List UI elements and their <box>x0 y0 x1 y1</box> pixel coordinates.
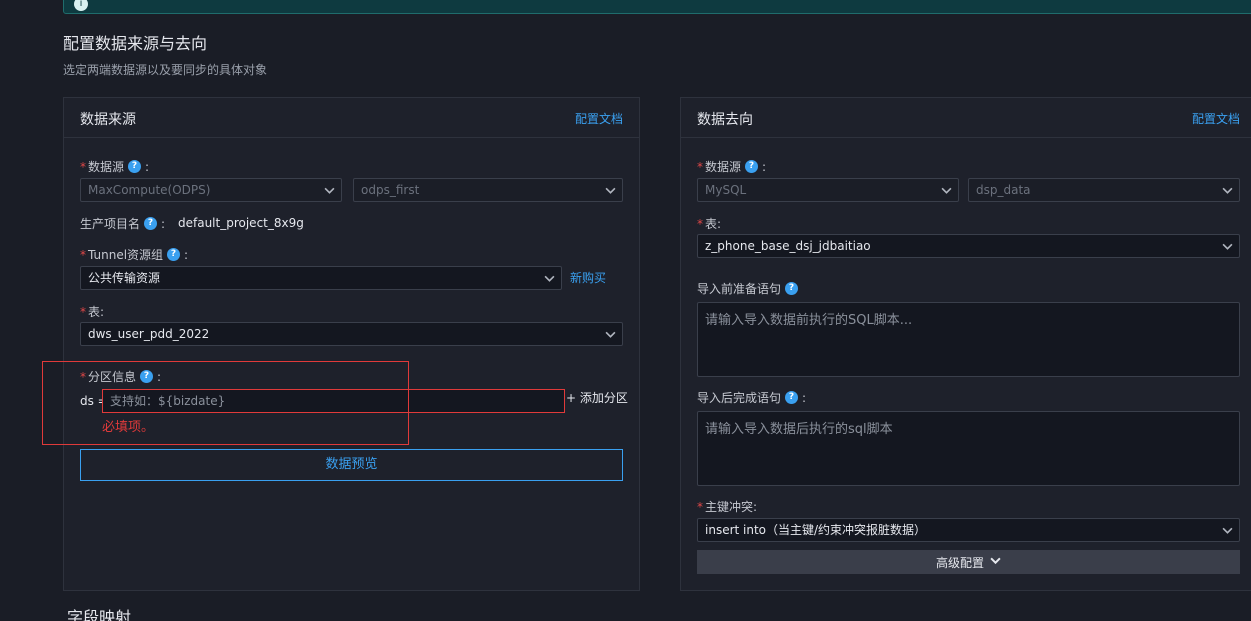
source-table-select[interactable]: dws_user_pdd_2022 <box>80 322 623 346</box>
source-datasource-label: * 数据源 ?: <box>80 159 150 175</box>
help-icon[interactable]: ? <box>167 248 181 261</box>
partition-highlight-box <box>42 361 409 445</box>
post-sql-label: 导入后完成语句 ?: <box>697 390 807 406</box>
target-panel: 数据去向 配置文档 * 数据源 ?: MySQL dsp_data * 表: z_p… <box>680 97 1251 591</box>
section-title: 配置数据来源与去向 <box>63 34 208 53</box>
tunnel-select[interactable]: 公共传输资源 <box>80 266 562 290</box>
pre-sql-textarea[interactable]: 请输入导入数据前执行的SQL脚本... <box>697 302 1240 377</box>
project-label: 生产项目名 ?: <box>80 216 166 232</box>
conflict-label: * 主键冲突: <box>697 500 758 514</box>
chevron-down-icon <box>1222 525 1233 535</box>
info-icon: i <box>74 0 88 11</box>
help-icon[interactable]: ? <box>745 160 759 173</box>
data-preview-button[interactable]: 数据预览 <box>80 449 623 481</box>
project-value: default_project_8x9g <box>178 216 304 230</box>
target-datasource-name-select[interactable]: dsp_data <box>968 178 1240 202</box>
conflict-select[interactable]: insert into（当主键/约束冲突报脏数据） <box>697 518 1240 542</box>
field-mapping-title: 字段映射 <box>67 608 132 621</box>
help-icon[interactable]: ? <box>785 282 799 295</box>
source-panel-header: 数据来源 配置文档 <box>64 98 639 138</box>
target-doc-link[interactable]: 配置文档 <box>1192 110 1240 127</box>
source-datasource-type-select[interactable]: MaxCompute(ODPS) <box>80 178 342 202</box>
chevron-down-icon <box>941 185 952 195</box>
help-icon[interactable]: ? <box>128 160 142 173</box>
post-sql-textarea[interactable]: 请输入导入数据后执行的sql脚本 <box>697 411 1240 486</box>
chevron-down-icon <box>990 555 1001 569</box>
chevron-down-icon <box>605 185 616 195</box>
chevron-down-icon <box>324 185 335 195</box>
info-banner: i <box>63 0 1251 14</box>
pre-sql-label: 导入前准备语句 ? <box>697 280 799 297</box>
help-icon[interactable]: ? <box>144 217 158 230</box>
chevron-down-icon <box>605 329 616 339</box>
target-panel-title: 数据去向 <box>697 112 753 128</box>
tunnel-label: * Tunnel资源组 ?: <box>80 247 189 263</box>
source-panel-title: 数据来源 <box>80 112 136 128</box>
chevron-down-icon <box>1222 241 1233 251</box>
section-subtitle: 选定两端数据源以及要同步的具体对象 <box>63 63 268 77</box>
advanced-config-button[interactable]: 高级配置 <box>697 550 1240 574</box>
source-panel: 数据来源 配置文档 * 数据源 ?: MaxCompute(ODPS) odps_… <box>63 97 640 591</box>
help-icon[interactable]: ? <box>785 391 799 404</box>
tunnel-buy-link[interactable]: 新购买 <box>570 269 606 286</box>
source-datasource-name-select[interactable]: odps_first <box>353 178 623 202</box>
target-table-label: * 表: <box>697 217 722 231</box>
target-datasource-type-select[interactable]: MySQL <box>697 178 959 202</box>
source-doc-link[interactable]: 配置文档 <box>575 110 623 127</box>
source-table-label: * 表: <box>80 305 105 319</box>
chevron-down-icon <box>544 273 555 283</box>
target-panel-header: 数据去向 配置文档 <box>681 98 1251 138</box>
chevron-down-icon <box>1222 185 1233 195</box>
target-table-select[interactable]: z_phone_base_dsj_jdbaitiao <box>697 234 1240 258</box>
add-partition-link[interactable]: + 添加分区 <box>566 389 628 406</box>
target-datasource-label: * 数据源 ?: <box>697 159 767 175</box>
